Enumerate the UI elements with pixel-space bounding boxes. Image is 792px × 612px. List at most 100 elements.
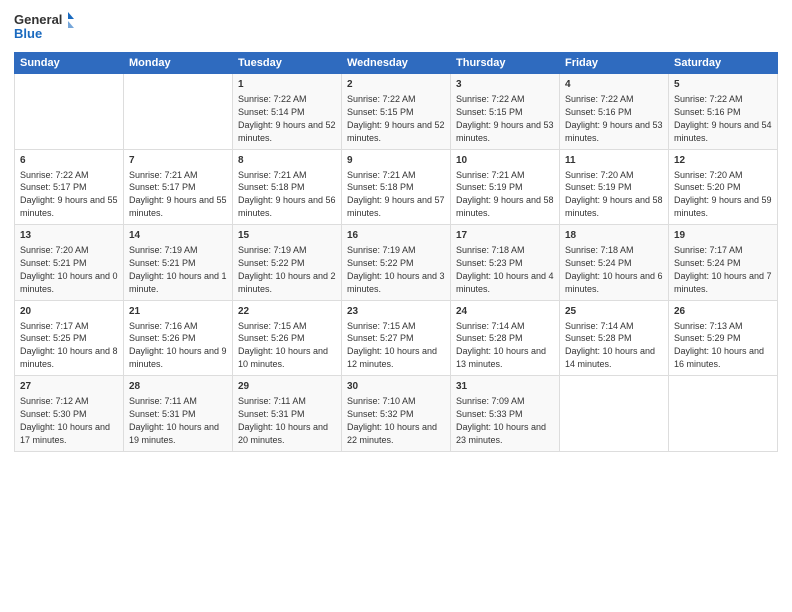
day-cell: 24 Sunrise: 7:14 AM Sunset: 5:28 PM Dayli… (451, 300, 560, 376)
day-number: 4 (565, 78, 663, 92)
day-info: Sunrise: 7:14 AM Sunset: 5:28 PM Dayligh… (456, 321, 546, 370)
day-cell: 8 Sunrise: 7:21 AM Sunset: 5:18 PM Daylig… (233, 149, 342, 225)
col-header-thursday: Thursday (451, 53, 560, 74)
day-number: 24 (456, 305, 554, 319)
day-number: 14 (129, 229, 227, 243)
week-row-4: 20 Sunrise: 7:17 AM Sunset: 5:25 PM Dayli… (15, 300, 778, 376)
day-info: Sunrise: 7:14 AM Sunset: 5:28 PM Dayligh… (565, 321, 655, 370)
day-info: Sunrise: 7:18 AM Sunset: 5:23 PM Dayligh… (456, 245, 554, 294)
day-info: Sunrise: 7:21 AM Sunset: 5:18 PM Dayligh… (347, 170, 445, 219)
day-info: Sunrise: 7:11 AM Sunset: 5:31 PM Dayligh… (129, 396, 219, 445)
day-cell: 14 Sunrise: 7:19 AM Sunset: 5:21 PM Dayli… (124, 225, 233, 301)
day-number: 2 (347, 78, 445, 92)
day-info: Sunrise: 7:21 AM Sunset: 5:19 PM Dayligh… (456, 170, 554, 219)
day-cell: 20 Sunrise: 7:17 AM Sunset: 5:25 PM Dayli… (15, 300, 124, 376)
day-cell: 27 Sunrise: 7:12 AM Sunset: 5:30 PM Dayli… (15, 376, 124, 452)
day-number: 1 (238, 78, 336, 92)
day-cell: 5 Sunrise: 7:22 AM Sunset: 5:16 PM Daylig… (669, 74, 778, 150)
day-number: 19 (674, 229, 772, 243)
day-cell: 9 Sunrise: 7:21 AM Sunset: 5:18 PM Daylig… (342, 149, 451, 225)
day-cell: 25 Sunrise: 7:14 AM Sunset: 5:28 PM Dayli… (560, 300, 669, 376)
day-number: 23 (347, 305, 445, 319)
day-number: 20 (20, 305, 118, 319)
day-number: 10 (456, 154, 554, 168)
day-number: 17 (456, 229, 554, 243)
day-info: Sunrise: 7:19 AM Sunset: 5:21 PM Dayligh… (129, 245, 227, 294)
day-cell: 26 Sunrise: 7:13 AM Sunset: 5:29 PM Dayli… (669, 300, 778, 376)
day-cell: 15 Sunrise: 7:19 AM Sunset: 5:22 PM Dayli… (233, 225, 342, 301)
svg-text:Blue: Blue (14, 26, 42, 41)
day-number: 22 (238, 305, 336, 319)
day-info: Sunrise: 7:17 AM Sunset: 5:25 PM Dayligh… (20, 321, 118, 370)
day-info: Sunrise: 7:18 AM Sunset: 5:24 PM Dayligh… (565, 245, 663, 294)
day-number: 28 (129, 380, 227, 394)
day-info: Sunrise: 7:13 AM Sunset: 5:29 PM Dayligh… (674, 321, 764, 370)
day-number: 30 (347, 380, 445, 394)
day-info: Sunrise: 7:22 AM Sunset: 5:15 PM Dayligh… (347, 94, 445, 143)
day-number: 25 (565, 305, 663, 319)
day-number: 26 (674, 305, 772, 319)
day-cell: 13 Sunrise: 7:20 AM Sunset: 5:21 PM Dayli… (15, 225, 124, 301)
day-number: 12 (674, 154, 772, 168)
day-info: Sunrise: 7:20 AM Sunset: 5:19 PM Dayligh… (565, 170, 663, 219)
day-cell: 17 Sunrise: 7:18 AM Sunset: 5:23 PM Dayli… (451, 225, 560, 301)
day-number: 11 (565, 154, 663, 168)
week-row-3: 13 Sunrise: 7:20 AM Sunset: 5:21 PM Dayli… (15, 225, 778, 301)
week-row-1: 1 Sunrise: 7:22 AM Sunset: 5:14 PM Daylig… (15, 74, 778, 150)
day-number: 29 (238, 380, 336, 394)
logo: General Blue (14, 10, 74, 46)
day-cell: 7 Sunrise: 7:21 AM Sunset: 5:17 PM Daylig… (124, 149, 233, 225)
day-info: Sunrise: 7:22 AM Sunset: 5:14 PM Dayligh… (238, 94, 336, 143)
week-row-2: 6 Sunrise: 7:22 AM Sunset: 5:17 PM Daylig… (15, 149, 778, 225)
day-number: 6 (20, 154, 118, 168)
day-cell: 16 Sunrise: 7:19 AM Sunset: 5:22 PM Dayli… (342, 225, 451, 301)
day-info: Sunrise: 7:22 AM Sunset: 5:15 PM Dayligh… (456, 94, 554, 143)
day-info: Sunrise: 7:22 AM Sunset: 5:16 PM Dayligh… (674, 94, 772, 143)
day-cell: 31Sunrise: 7:09 AM Sunset: 5:33 PM Dayli… (451, 376, 560, 452)
day-cell (15, 74, 124, 150)
day-cell: 12Sunrise: 7:20 AM Sunset: 5:20 PM Dayli… (669, 149, 778, 225)
day-number: 9 (347, 154, 445, 168)
day-info: Sunrise: 7:09 AM Sunset: 5:33 PM Dayligh… (456, 396, 546, 445)
day-cell (560, 376, 669, 452)
day-number: 7 (129, 154, 227, 168)
day-number: 13 (20, 229, 118, 243)
day-number: 5 (674, 78, 772, 92)
col-header-tuesday: Tuesday (233, 53, 342, 74)
day-number: 21 (129, 305, 227, 319)
day-number: 15 (238, 229, 336, 243)
day-info: Sunrise: 7:12 AM Sunset: 5:30 PM Dayligh… (20, 396, 110, 445)
day-info: Sunrise: 7:10 AM Sunset: 5:32 PM Dayligh… (347, 396, 437, 445)
day-info: Sunrise: 7:19 AM Sunset: 5:22 PM Dayligh… (347, 245, 445, 294)
day-info: Sunrise: 7:21 AM Sunset: 5:18 PM Dayligh… (238, 170, 336, 219)
day-info: Sunrise: 7:19 AM Sunset: 5:22 PM Dayligh… (238, 245, 336, 294)
day-cell (124, 74, 233, 150)
day-cell: 30 Sunrise: 7:10 AM Sunset: 5:32 PM Dayli… (342, 376, 451, 452)
day-info: Sunrise: 7:16 AM Sunset: 5:26 PM Dayligh… (129, 321, 227, 370)
day-cell: 11 Sunrise: 7:20 AM Sunset: 5:19 PM Dayli… (560, 149, 669, 225)
day-cell: 2 Sunrise: 7:22 AM Sunset: 5:15 PM Daylig… (342, 74, 451, 150)
day-cell: 19Sunrise: 7:17 AM Sunset: 5:24 PM Dayli… (669, 225, 778, 301)
col-header-friday: Friday (560, 53, 669, 74)
day-cell: 4 Sunrise: 7:22 AM Sunset: 5:16 PM Daylig… (560, 74, 669, 150)
col-header-sunday: Sunday (15, 53, 124, 74)
day-number: 18 (565, 229, 663, 243)
day-cell: 1 Sunrise: 7:22 AM Sunset: 5:14 PM Daylig… (233, 74, 342, 150)
day-number: 8 (238, 154, 336, 168)
calendar-header-row: SundayMondayTuesdayWednesdayThursdayFrid… (15, 53, 778, 74)
svg-text:General: General (14, 12, 62, 27)
day-info: Sunrise: 7:22 AM Sunset: 5:17 PM Dayligh… (20, 170, 118, 219)
day-cell: 22Sunrise: 7:15 AM Sunset: 5:26 PM Dayli… (233, 300, 342, 376)
day-info: Sunrise: 7:20 AM Sunset: 5:21 PM Dayligh… (20, 245, 118, 294)
day-info: Sunrise: 7:21 AM Sunset: 5:17 PM Dayligh… (129, 170, 227, 219)
logo-svg: General Blue (14, 10, 74, 46)
day-number: 27 (20, 380, 118, 394)
day-cell: 18 Sunrise: 7:18 AM Sunset: 5:24 PM Dayli… (560, 225, 669, 301)
day-cell: 3Sunrise: 7:22 AM Sunset: 5:15 PM Daylig… (451, 74, 560, 150)
col-header-saturday: Saturday (669, 53, 778, 74)
day-number: 16 (347, 229, 445, 243)
col-header-monday: Monday (124, 53, 233, 74)
day-cell: 21 Sunrise: 7:16 AM Sunset: 5:26 PM Dayli… (124, 300, 233, 376)
day-cell: 10 Sunrise: 7:21 AM Sunset: 5:19 PM Dayli… (451, 149, 560, 225)
day-info: Sunrise: 7:22 AM Sunset: 5:16 PM Dayligh… (565, 94, 663, 143)
